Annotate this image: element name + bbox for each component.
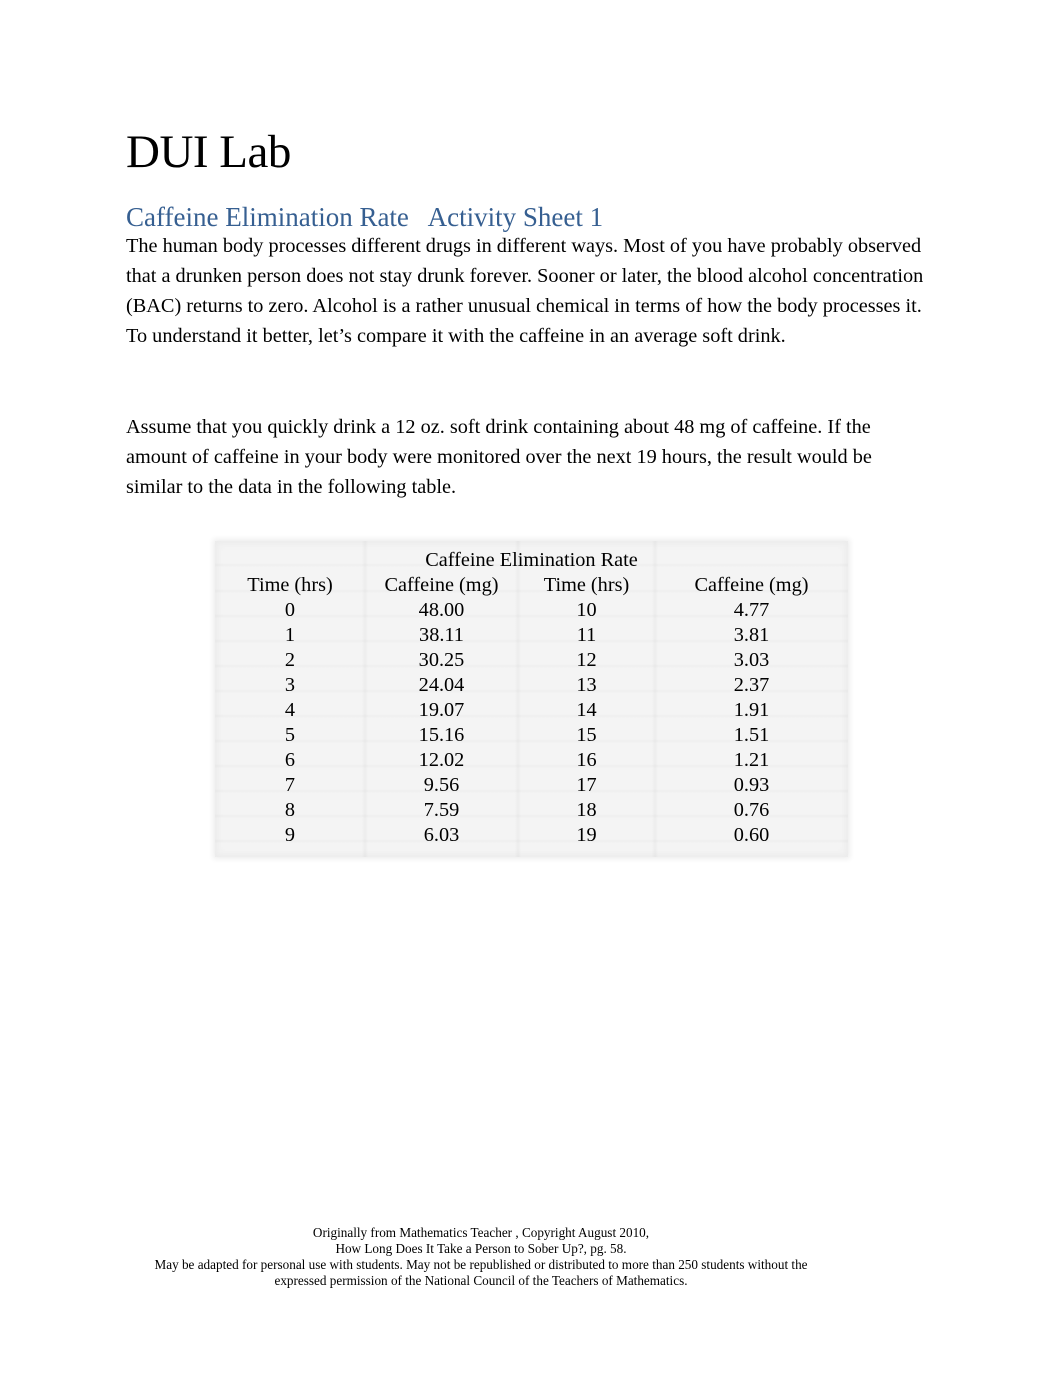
section-subtitle: Caffeine Elimination Rate Activity Sheet… <box>126 202 604 232</box>
time-cell: 18 <box>576 799 597 821</box>
caffeine-cell: 1.51 <box>733 724 770 746</box>
time-cell: 6 <box>284 749 296 771</box>
table-row: 2 30.25 12 3.03 <box>215 648 848 673</box>
time-cell: 17 <box>576 774 597 796</box>
time-cell: 9 <box>284 824 296 846</box>
time-cell: 7 <box>284 774 296 796</box>
caffeine-cell: 1.21 <box>733 749 770 771</box>
assumption-paragraph: Assume that you quickly drink a 12 oz. s… <box>126 416 872 498</box>
time-cell: 19 <box>576 824 597 846</box>
time-cell: 8 <box>284 799 296 821</box>
intro-paragraph: The human body processes different drugs… <box>126 235 924 347</box>
caffeine-cell: 24.04 <box>418 674 465 696</box>
footer-line: expressed permission of the National Cou… <box>274 1273 688 1288</box>
table-caption: Caffeine Elimination Rate <box>425 548 638 571</box>
table-row: 9 6.03 19 0.60 <box>215 823 848 848</box>
table-row: 1 38.11 11 3.81 <box>215 623 848 648</box>
time-cell: 16 <box>576 749 597 771</box>
table-row: 3 24.04 13 2.37 <box>215 673 848 698</box>
caffeine-cell: 15.16 <box>418 724 465 746</box>
column-header-time: Time (hrs) <box>543 574 630 596</box>
caffeine-cell: 48.00 <box>418 599 465 621</box>
time-cell: 0 <box>284 599 296 621</box>
time-cell: 13 <box>576 674 597 696</box>
time-cell: 12 <box>576 649 597 671</box>
caffeine-cell: 0.60 <box>733 824 770 846</box>
time-cell: 15 <box>576 724 597 746</box>
table-body: 0 48.00 10 4.77 1 38.11 11 3.81 2 30.25 12 3.03 3 24.… <box>215 598 848 848</box>
caffeine-cell: 38.11 <box>419 624 464 646</box>
caffeine-cell: 6.03 <box>423 824 460 846</box>
table-row: 0 48.00 10 4.77 <box>215 598 848 623</box>
column-header-time: Time (hrs) <box>247 574 333 596</box>
time-cell: 4 <box>284 699 296 721</box>
caffeine-cell: 9.56 <box>423 774 460 796</box>
caffeine-cell: 0.76 <box>733 799 770 821</box>
time-cell: 3 <box>284 674 296 696</box>
time-cell: 14 <box>576 699 597 721</box>
table-row: 8 7.59 18 0.76 <box>215 798 848 823</box>
table-row: 4 19.07 14 1.91 <box>215 698 848 723</box>
caffeine-cell: 3.03 <box>733 649 770 671</box>
column-header-caffeine: Caffeine (mg) <box>384 574 499 596</box>
caffeine-cell: 7.59 <box>423 799 460 821</box>
footer-line: How Long Does It Take a Person to Sober … <box>335 1241 627 1256</box>
time-cell: 11 <box>576 624 597 646</box>
page-title: DUI Lab <box>126 126 291 178</box>
table-row: 6 12.02 16 1.21 <box>215 748 848 773</box>
time-cell: 10 <box>576 599 597 621</box>
caffeine-cell: 30.25 <box>418 649 465 671</box>
caffeine-cell: 3.81 <box>733 624 770 646</box>
caffeine-cell: 12.02 <box>418 749 465 771</box>
table-row: 5 15.16 15 1.51 <box>215 723 848 748</box>
caffeine-cell: 0.93 <box>733 774 770 796</box>
caffeine-elimination-table: Caffeine Elimination Rate Time (hrs) Caf… <box>215 547 848 848</box>
footer-line: Originally from Mathematics Teacher , Co… <box>312 1225 650 1240</box>
table-row: 7 9.56 17 0.93 <box>215 773 848 798</box>
column-header-caffeine: Caffeine (mg) <box>694 574 809 596</box>
caffeine-cell: 2.37 <box>733 674 770 696</box>
time-cell: 1 <box>284 624 296 646</box>
footer-line: May be adapted for personal use with stu… <box>154 1257 808 1272</box>
time-cell: 2 <box>284 649 296 671</box>
time-cell: 5 <box>284 724 296 746</box>
caffeine-cell: 19.07 <box>418 699 465 721</box>
caffeine-cell: 4.77 <box>733 599 770 621</box>
caffeine-cell: 1.91 <box>733 699 770 721</box>
footer-attribution: Originally from Mathematics Teacher , Co… <box>126 1225 836 1289</box>
